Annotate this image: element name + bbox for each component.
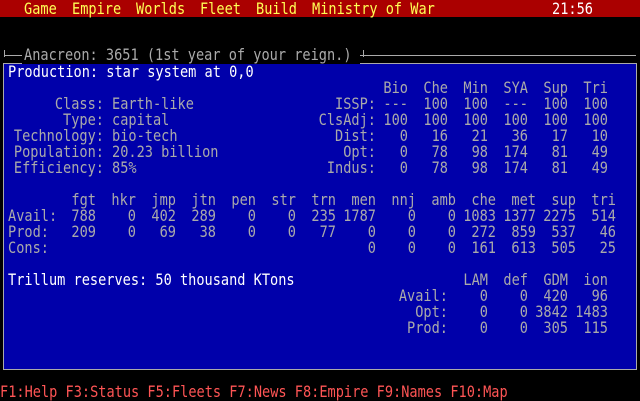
menu-worlds[interactable]: Worlds [136, 1, 185, 17]
resource-cell: 49 [591, 158, 608, 177]
unit-row-label: Cons: [8, 238, 49, 257]
defense-cell: 115 [583, 318, 608, 337]
menu-fleet[interactable]: Fleet [200, 1, 241, 17]
system-value: 85% [112, 158, 137, 177]
clock: 21:56 [552, 0, 593, 18]
menu-game[interactable]: Game [24, 1, 57, 17]
window-frame-left [4, 50, 5, 57]
window-title: Anacreon: 3651 (1st year of your reign.) [24, 45, 352, 64]
window-frame-right [363, 50, 364, 57]
production-heading: Production: star system at 0,0 [8, 62, 254, 81]
system-label: Efficiency: [13, 158, 104, 177]
function-key-bar[interactable]: F1:Help F3:Status F5:Fleets F7:News F8:E… [0, 384, 508, 400]
menu-ministry-of-war[interactable]: Ministry of War [312, 1, 435, 17]
unit-cell: 25 [599, 238, 616, 257]
menu-empire[interactable]: Empire [72, 1, 121, 17]
menu-build[interactable]: Build [256, 1, 297, 17]
trillum-reserves: Trillum reserves: 50 thousand KTons [8, 270, 295, 289]
